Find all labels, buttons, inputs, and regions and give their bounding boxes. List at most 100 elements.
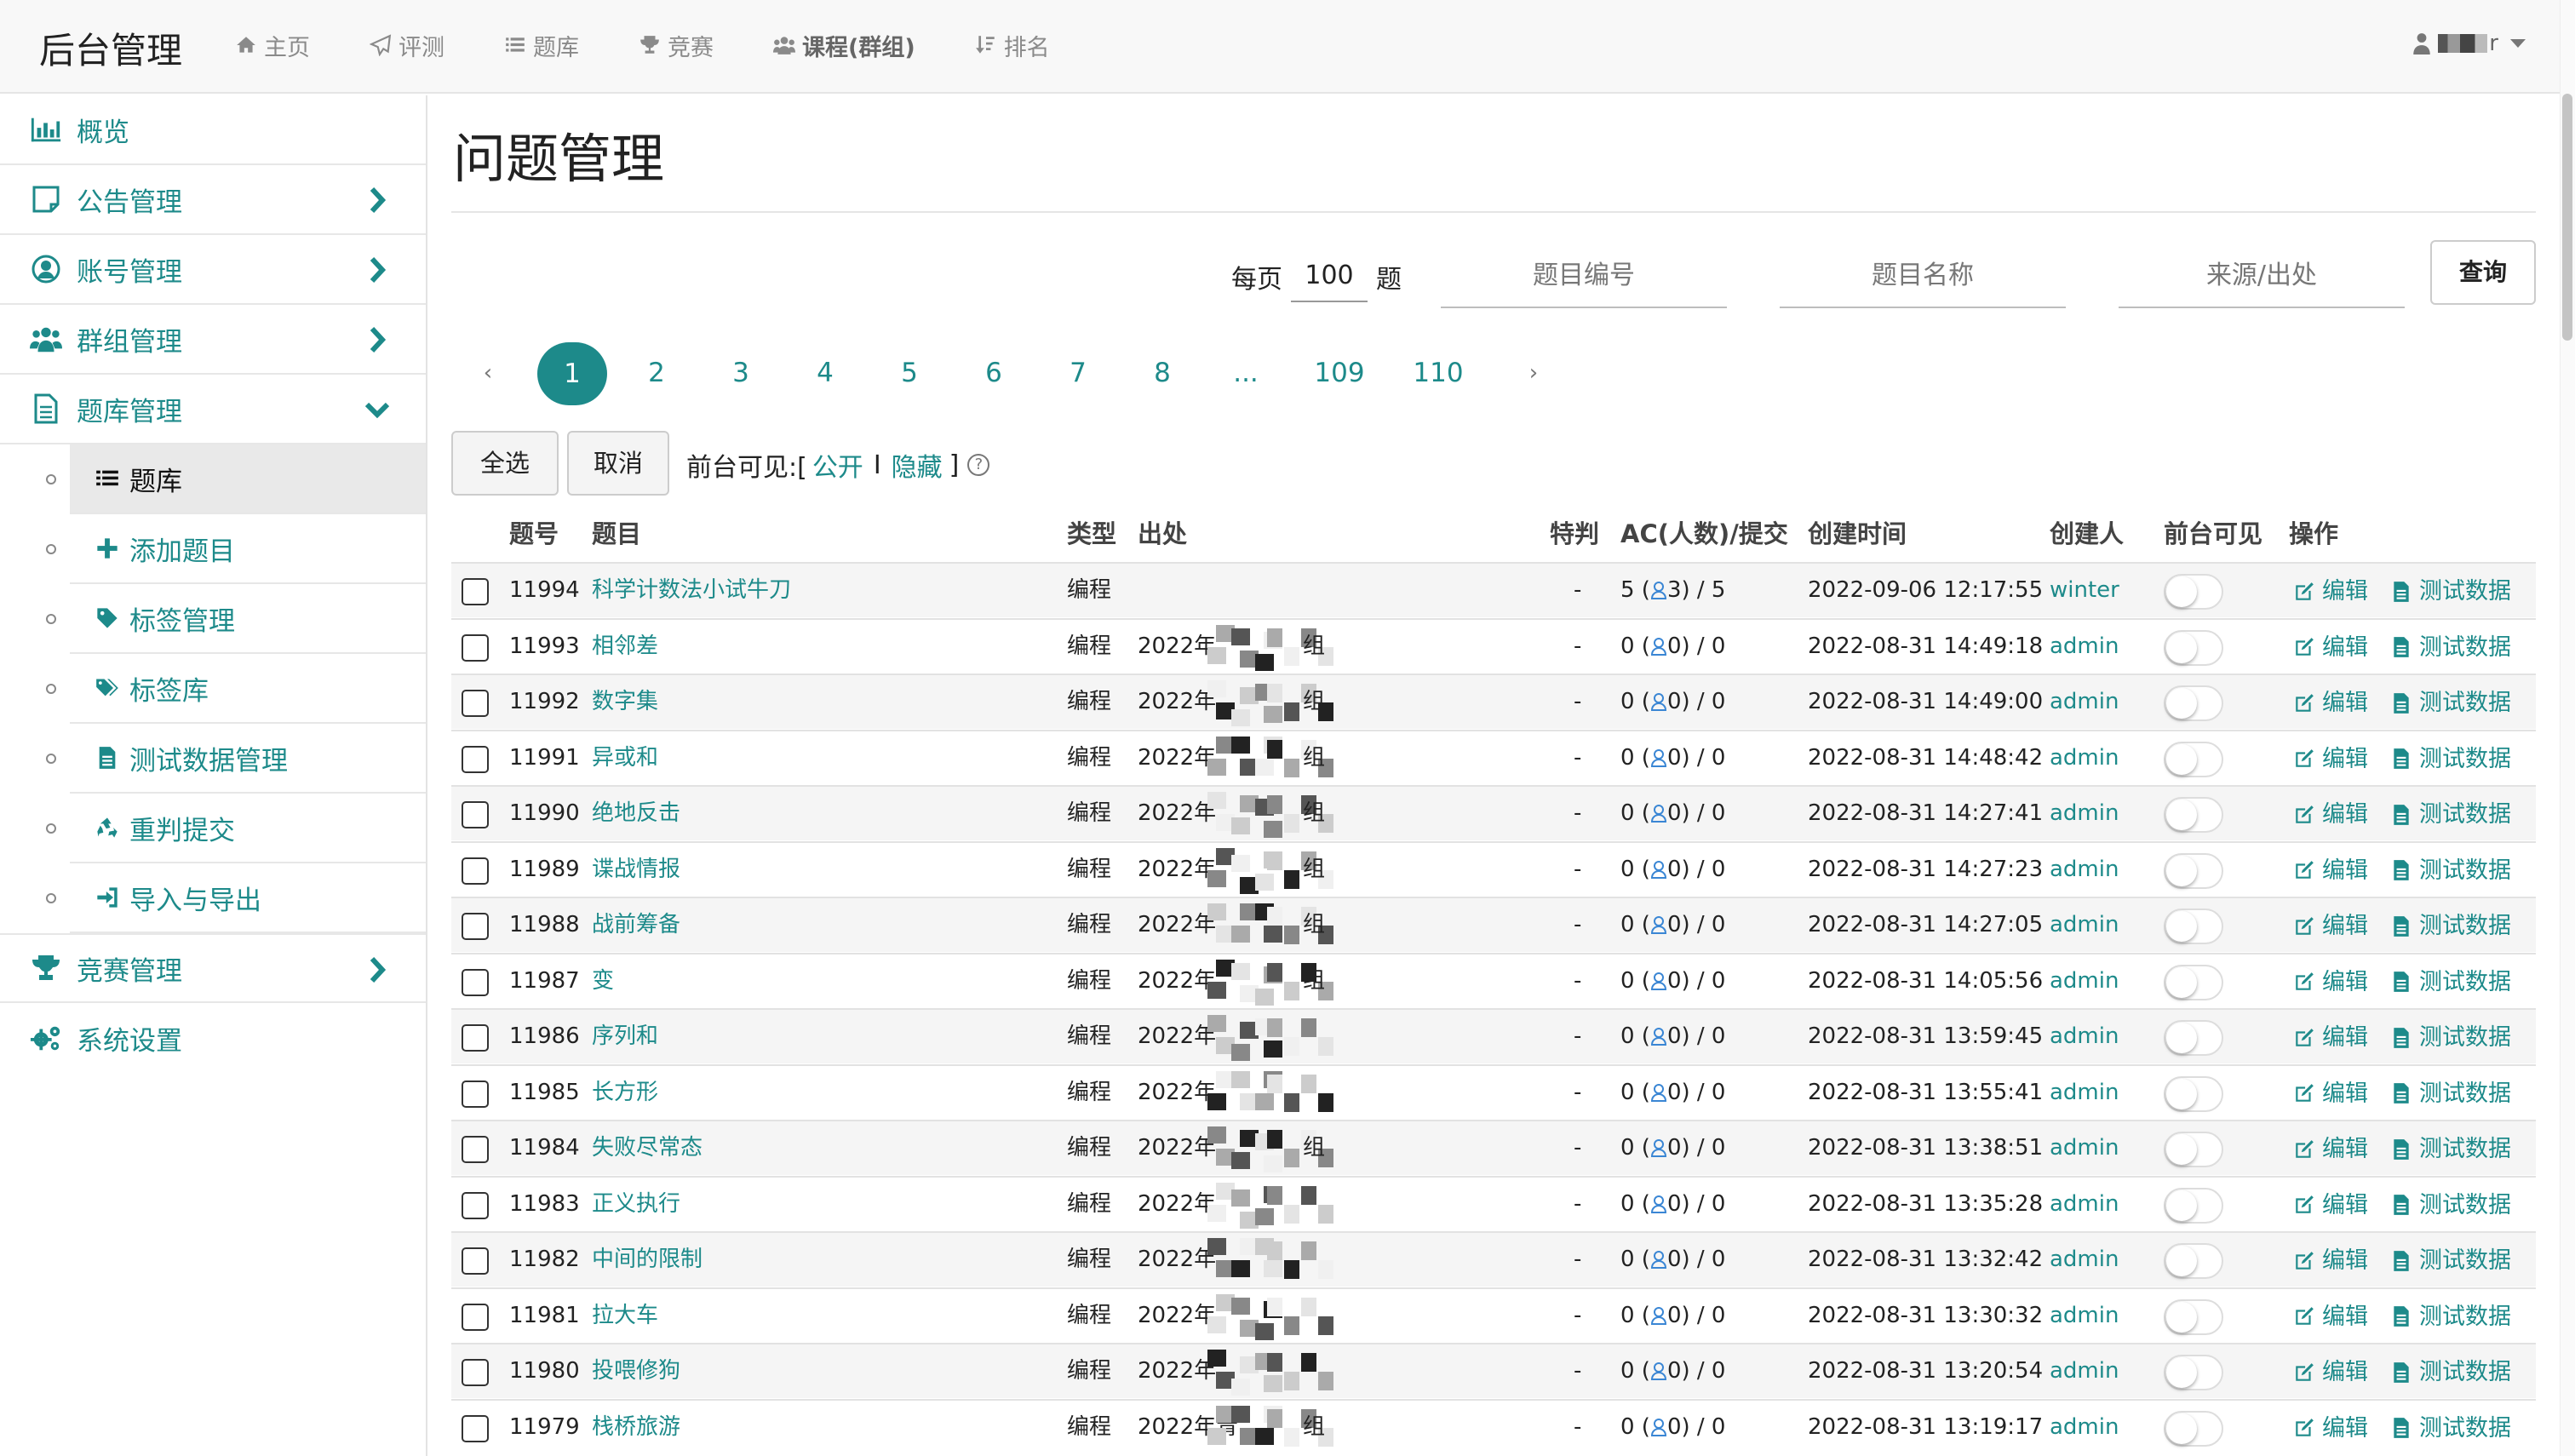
creator-link[interactable]: admin — [2050, 731, 2119, 787]
sidebar-item-overview[interactable]: 概览 — [0, 95, 426, 165]
set-public-link[interactable]: 公开 — [812, 446, 863, 484]
creator-link[interactable]: winter — [2050, 564, 2119, 619]
problem-title-link[interactable]: 变 — [592, 954, 614, 1010]
visible-toggle[interactable] — [2164, 741, 2223, 777]
sidebar-item-groups[interactable]: 群组管理 — [0, 305, 426, 375]
problem-title-link[interactable]: 失败尽常态 — [592, 1121, 703, 1177]
problem-id-input[interactable]: 题目编号 — [1441, 252, 1727, 308]
testdata-link[interactable]: 测试数据 — [2390, 1401, 2511, 1456]
problem-title-link[interactable]: 正义执行 — [592, 1178, 680, 1233]
nav-problems[interactable]: 题库 — [496, 0, 588, 90]
set-hidden-link[interactable]: 隐藏 — [892, 446, 943, 484]
scrollbar-thumb[interactable] — [2562, 94, 2572, 341]
testdata-link[interactable]: 测试数据 — [2390, 675, 2511, 731]
nav-home[interactable]: 主页 — [227, 0, 318, 90]
edit-link[interactable]: 编辑 — [2293, 564, 2368, 619]
testdata-link[interactable]: 测试数据 — [2390, 1233, 2511, 1288]
sidebar-subitem-problem-list[interactable]: 题库 — [0, 444, 426, 514]
brand-title[interactable]: 后台管理 — [39, 22, 182, 74]
edit-link[interactable]: 编辑 — [2293, 787, 2368, 842]
sidebar-subitem-rejudge[interactable]: 重判提交 — [0, 794, 426, 863]
visible-toggle[interactable] — [2164, 964, 2223, 1000]
problem-title-link[interactable]: 谍战情报 — [592, 843, 680, 898]
user-menu[interactable]: r — [2412, 31, 2526, 56]
edit-link[interactable]: 编辑 — [2293, 1121, 2368, 1177]
edit-link[interactable]: 编辑 — [2293, 1401, 2368, 1456]
creator-link[interactable]: admin — [2050, 1121, 2119, 1177]
nav-ranking[interactable]: 排名 — [966, 0, 1058, 90]
row-checkbox[interactable] — [462, 801, 489, 828]
pagination-page[interactable]: 8 — [1141, 339, 1184, 407]
testdata-link[interactable]: 测试数据 — [2390, 1178, 2511, 1233]
testdata-link[interactable]: 测试数据 — [2390, 1121, 2511, 1177]
visible-toggle[interactable] — [2164, 1187, 2223, 1224]
visible-toggle[interactable] — [2164, 1243, 2223, 1279]
cancel-button[interactable]: 取消 — [567, 431, 669, 496]
problem-title-link[interactable]: 科学计数法小试牛刀 — [592, 564, 791, 619]
row-checkbox[interactable] — [462, 913, 489, 940]
edit-link[interactable]: 编辑 — [2293, 1066, 2368, 1121]
row-checkbox[interactable] — [462, 578, 489, 605]
select-all-button[interactable]: 全选 — [451, 431, 559, 496]
sidebar-subitem-tag-management[interactable]: 标签管理 — [0, 584, 426, 654]
edit-link[interactable]: 编辑 — [2293, 675, 2368, 731]
creator-link[interactable]: admin — [2050, 898, 2119, 954]
sidebar-item-problem-management[interactable]: 题库管理 — [0, 375, 426, 444]
help-icon[interactable]: ? — [967, 454, 990, 476]
pagination-page[interactable]: 3 — [720, 339, 762, 407]
query-button[interactable]: 查询 — [2430, 240, 2536, 305]
edit-link[interactable]: 编辑 — [2293, 1233, 2368, 1288]
visible-toggle[interactable] — [2164, 797, 2223, 833]
creator-link[interactable]: admin — [2050, 1010, 2119, 1065]
pagination-page[interactable]: 6 — [972, 339, 1015, 407]
testdata-link[interactable]: 测试数据 — [2390, 954, 2511, 1010]
visible-toggle[interactable] — [2164, 629, 2223, 666]
visible-toggle[interactable] — [2164, 1410, 2223, 1447]
testdata-link[interactable]: 测试数据 — [2390, 898, 2511, 954]
visible-toggle[interactable] — [2164, 909, 2223, 944]
row-checkbox[interactable] — [462, 690, 489, 717]
edit-link[interactable]: 编辑 — [2293, 1289, 2368, 1344]
sidebar-item-accounts[interactable]: 账号管理 — [0, 235, 426, 305]
sidebar-subitem-import-export[interactable]: 导入与导出 — [0, 863, 426, 933]
row-checkbox[interactable] — [462, 1136, 489, 1163]
testdata-link[interactable]: 测试数据 — [2390, 787, 2511, 842]
problem-title-link[interactable]: 中间的限制 — [592, 1233, 703, 1288]
edit-link[interactable]: 编辑 — [2293, 731, 2368, 787]
nav-judge[interactable]: 评测 — [361, 0, 453, 90]
creator-link[interactable]: admin — [2050, 1233, 2119, 1288]
visible-toggle[interactable] — [2164, 852, 2223, 889]
testdata-link[interactable]: 测试数据 — [2390, 1066, 2511, 1121]
problem-title-link[interactable]: 投喂修狗 — [592, 1344, 680, 1400]
creator-link[interactable]: admin — [2050, 787, 2119, 842]
row-checkbox[interactable] — [462, 857, 489, 885]
creator-link[interactable]: admin — [2050, 954, 2119, 1010]
edit-link[interactable]: 编辑 — [2293, 898, 2368, 954]
problem-title-link[interactable]: 数字集 — [592, 675, 658, 731]
row-checkbox[interactable] — [462, 1247, 489, 1275]
testdata-link[interactable]: 测试数据 — [2390, 1289, 2511, 1344]
row-checkbox[interactable] — [462, 633, 489, 662]
visible-toggle[interactable] — [2164, 1355, 2223, 1390]
testdata-link[interactable]: 测试数据 — [2390, 843, 2511, 898]
problem-title-link[interactable]: 栈桥旅游 — [592, 1401, 680, 1456]
pagination-prev[interactable]: ‹ — [475, 339, 501, 407]
creator-link[interactable]: admin — [2050, 843, 2119, 898]
testdata-link[interactable]: 测试数据 — [2390, 620, 2511, 675]
creator-link[interactable]: admin — [2050, 1344, 2119, 1400]
nav-courses[interactable]: 课程(群组) — [765, 0, 924, 90]
sidebar-item-contests[interactable]: 竞赛管理 — [0, 933, 426, 1003]
pagination-page[interactable]: 109 — [1310, 339, 1369, 407]
sidebar-item-announcements[interactable]: 公告管理 — [0, 165, 426, 235]
creator-link[interactable]: admin — [2050, 1178, 2119, 1233]
sidebar-subitem-add-problem[interactable]: 添加题目 — [0, 514, 426, 584]
problem-title-link[interactable]: 异或和 — [592, 731, 658, 787]
problem-title-link[interactable]: 战前筹备 — [592, 898, 680, 954]
creator-link[interactable]: admin — [2050, 1289, 2119, 1344]
edit-link[interactable]: 编辑 — [2293, 954, 2368, 1010]
testdata-link[interactable]: 测试数据 — [2390, 731, 2511, 787]
edit-link[interactable]: 编辑 — [2293, 843, 2368, 898]
sidebar-subitem-testdata[interactable]: 测试数据管理 — [0, 724, 426, 794]
problem-title-link[interactable]: 长方形 — [592, 1066, 658, 1121]
edit-link[interactable]: 编辑 — [2293, 620, 2368, 675]
